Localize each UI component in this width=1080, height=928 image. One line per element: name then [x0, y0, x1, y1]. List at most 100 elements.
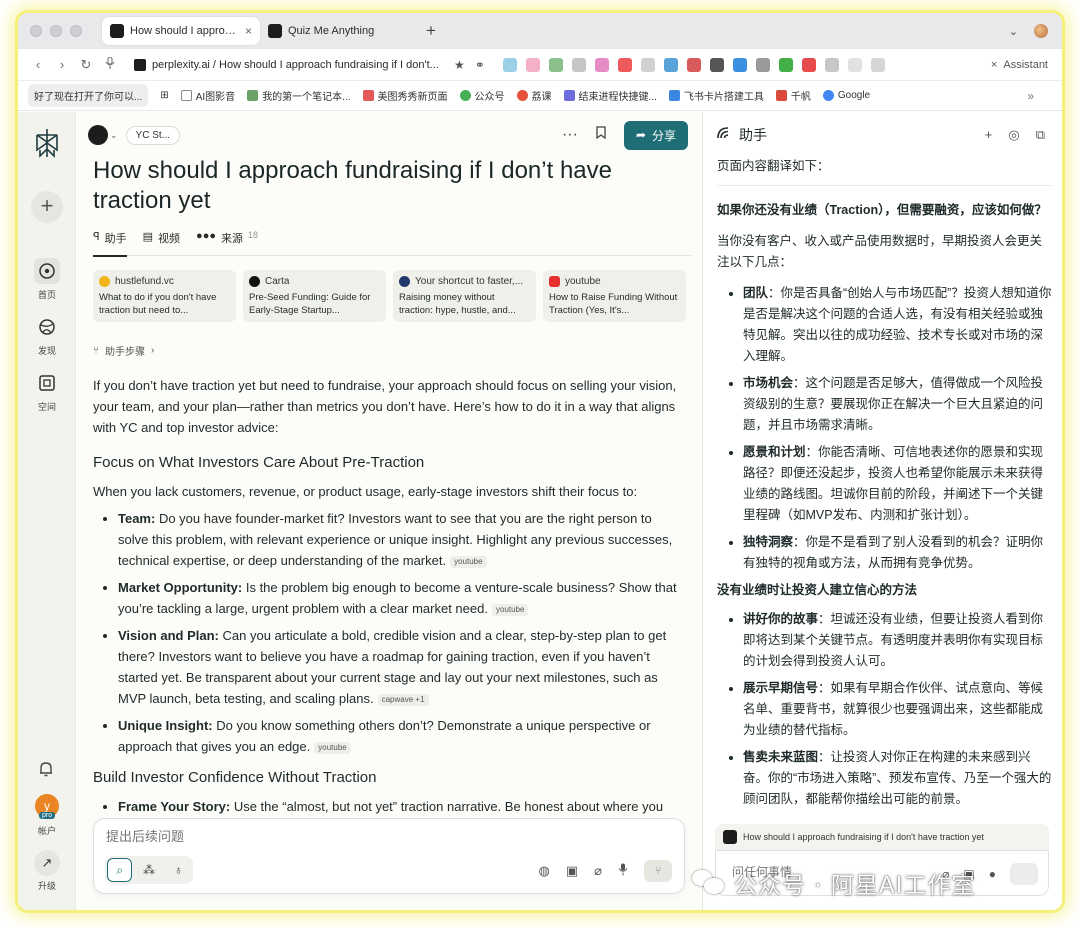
tab-assistant[interactable]: ꟼ 助手 [93, 230, 127, 257]
perplexity-logo-icon[interactable] [34, 128, 60, 163]
bookmark-item[interactable]: 公众号 [459, 88, 505, 103]
citation-chip[interactable]: youtube [314, 742, 351, 754]
bookmark-item[interactable]: 千帆 [775, 88, 811, 103]
bookmark-star-icon[interactable]: ★ [454, 58, 465, 72]
waveform-icon[interactable] [870, 57, 885, 72]
bookmark-item[interactable]: 结束进程快捷键... [563, 88, 657, 103]
extension-icon[interactable] [548, 57, 563, 72]
page-context-chip[interactable]: How should I approach fundraising if I d… [715, 824, 1049, 850]
tab-videos[interactable]: ▤ 视频 [143, 230, 180, 256]
assistant-toggle-button[interactable]: × Assistant [991, 59, 1048, 71]
zoom-window-button[interactable] [70, 25, 82, 37]
globe-icon[interactable]: ◍ [539, 863, 550, 879]
search-circle-icon [34, 258, 60, 284]
microphone-icon[interactable]: ● [989, 867, 996, 881]
bookmark-item[interactable]: 飞书卡片搭建工具 [668, 88, 764, 103]
rail-item-spaces[interactable]: 空间 [18, 370, 76, 413]
send-button[interactable] [1010, 863, 1038, 885]
rail-item-discover[interactable]: 发现 [18, 314, 76, 357]
close-window-button[interactable] [30, 25, 42, 37]
divider [717, 185, 1053, 186]
source-card[interactable]: Your shortcut to faster,... Raising mone… [393, 270, 536, 322]
microphone-icon[interactable] [618, 863, 628, 879]
close-tab-icon[interactable]: × [245, 24, 252, 38]
extension-icon[interactable] [709, 57, 724, 72]
share-label: 分享 [651, 128, 676, 143]
reload-icon[interactable]: ↻ [74, 57, 98, 73]
check-extension-icon[interactable] [778, 57, 793, 72]
bookmark-item[interactable]: 好了现在打开了你可以... [28, 84, 149, 107]
bookmark-item[interactable]: 美图秀秀新页面 [362, 88, 448, 103]
extension-icon[interactable] [594, 57, 609, 72]
minimize-window-button[interactable] [50, 25, 62, 37]
follow-up-input[interactable] [106, 829, 606, 844]
source-site: hustlefund.vc [115, 276, 174, 287]
extension-icon[interactable] [640, 57, 655, 72]
list-item-text: Do you have founder-market fit? Investor… [118, 511, 673, 568]
puzzle-extension-icon[interactable] [732, 57, 747, 72]
forward-arrow-icon[interactable]: › [50, 57, 74, 72]
citation-chip[interactable]: capwave +1 [377, 694, 429, 706]
bell-icon[interactable] [37, 760, 55, 783]
url-field[interactable]: perplexity.ai / How should I approach fu… [134, 58, 444, 71]
profile-avatar-icon[interactable] [1034, 24, 1048, 38]
extension-icon[interactable] [525, 57, 540, 72]
assistant-label: Assistant [1003, 58, 1048, 71]
history-icon[interactable]: ◎ [1008, 127, 1019, 143]
extension-icon[interactable] [686, 57, 701, 72]
qianfan-icon [775, 90, 787, 101]
bookmark-item[interactable]: Google [822, 90, 870, 101]
browser-tab[interactable]: Quiz Me Anything [260, 17, 420, 45]
rail-item-home[interactable]: 首页 [18, 258, 76, 301]
microphone-icon[interactable] [98, 56, 122, 72]
back-arrow-icon[interactable]: ‹ [26, 57, 50, 72]
link-icon[interactable]: ⚭ [475, 58, 485, 72]
context-chip-label: How should I approach fundraising if I d… [743, 832, 984, 842]
bookmark-item[interactable]: 我的第一个笔记本... [247, 88, 351, 103]
extension-icon[interactable] [617, 57, 632, 72]
citation-chip[interactable]: youtube [491, 604, 529, 616]
citation-chip[interactable]: youtube [450, 556, 487, 568]
chevron-down-icon[interactable]: ⌄ [110, 130, 118, 141]
address-actions: ★ ⚭ [454, 58, 485, 72]
bookmark-item[interactable]: 荔课 [516, 88, 552, 103]
share-button[interactable]: ➦ 分享 [623, 120, 688, 150]
new-thread-button[interactable]: + [31, 191, 63, 223]
bookmark-icon[interactable] [596, 126, 606, 144]
browser-tab-active[interactable]: How should I approach fund × [102, 17, 260, 45]
extension-icon[interactable] [801, 57, 816, 72]
paperclip-icon[interactable]: ⌀ [594, 863, 602, 879]
scissors-extension-icon[interactable] [571, 57, 586, 72]
assistant-subheading: 没有业绩时让投资人建立信心的方法 [717, 583, 918, 597]
new-tab-icon[interactable]: + [426, 21, 436, 41]
bookmark-item[interactable]: AI图影音 [180, 88, 235, 103]
lightbulb-mode-icon[interactable]: ♁ [166, 858, 191, 882]
more-bookmarks-icon[interactable]: » [1027, 89, 1034, 103]
extension-icon[interactable] [755, 57, 770, 72]
source-card[interactable]: hustlefund.vc What to do if you don't ha… [93, 270, 236, 322]
space-avatar-icon[interactable] [88, 125, 108, 145]
send-button[interactable]: ⑂ [644, 860, 672, 882]
upgrade-arrow-icon[interactable]: ↗ [34, 850, 60, 876]
apps-grid-icon[interactable]: ⊞ [160, 90, 168, 101]
source-card[interactable]: Carta Pre-Seed Funding: Guide for Early-… [243, 270, 386, 322]
extension-icon[interactable] [663, 57, 678, 72]
space-chip[interactable]: YC St... [125, 125, 180, 145]
assistant-steps-toggle[interactable]: ⑂ 助手步骤 › [93, 343, 154, 358]
new-chat-icon[interactable]: + [985, 127, 993, 143]
more-options-icon[interactable]: ··· [562, 126, 578, 144]
search-mode-icon[interactable]: ⌕ [107, 858, 133, 882]
source-card[interactable]: youtube How to Raise Funding Without Tra… [543, 270, 686, 322]
research-mode-icon[interactable]: ⁂ [136, 858, 161, 882]
main-content: ⌄ YC St... ··· ➦ 分享 How should I approac… [76, 112, 702, 910]
chip-icon[interactable]: ▣ [566, 863, 578, 879]
panel-toggle-icon[interactable]: ⧉ [1036, 127, 1045, 143]
extension-icon[interactable] [824, 57, 839, 72]
tab-sources[interactable]: ●●● 来源 18 [196, 230, 258, 256]
pro-badge: pro [39, 812, 56, 819]
globe-icon [34, 314, 60, 340]
google-icon [822, 90, 834, 101]
tab-list-chevron-icon[interactable]: ⌄ [1009, 25, 1018, 38]
extension-icon[interactable] [502, 57, 517, 72]
menu-icon[interactable] [847, 57, 862, 72]
